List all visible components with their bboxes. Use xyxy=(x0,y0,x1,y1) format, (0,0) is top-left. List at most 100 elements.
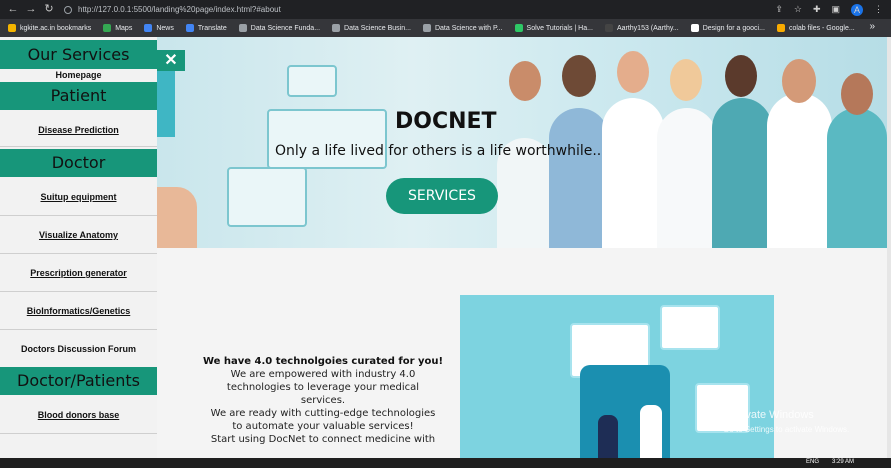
bookmark-label: colab files - Google... xyxy=(788,24,855,32)
profile-avatar[interactable]: A xyxy=(851,3,863,16)
bookmarks-bar: kgkite.ac.in bookmarks Maps News Translate D… xyxy=(0,19,891,37)
bookmark-item[interactable]: Data Science with P... xyxy=(422,24,503,32)
services-button[interactable]: SERVICES xyxy=(386,178,498,214)
bookmark-label: News xyxy=(156,24,174,32)
section-doctor-patients: Doctor/Patients xyxy=(0,367,157,395)
section-our-services: Our Services xyxy=(0,40,157,69)
doctor-figure xyxy=(602,98,664,248)
about-line: services. xyxy=(300,395,346,406)
bookmarks-overflow-icon[interactable]: » xyxy=(869,21,875,32)
bookmark-label: Design for a gooci... xyxy=(702,24,765,32)
heart-card-decoration xyxy=(227,167,307,227)
doctor-head xyxy=(782,59,816,103)
bookmark-item[interactable]: Maps xyxy=(103,24,132,32)
page-scrollbar[interactable] xyxy=(887,37,891,458)
bookmark-label: Data Science with P... xyxy=(434,24,503,32)
nav-visualize-anatomy[interactable]: Visualize Anatomy xyxy=(0,230,157,240)
forward-icon[interactable]: → xyxy=(24,2,38,16)
bookmark-item[interactable]: Solve Tutorials | Ha... xyxy=(514,24,593,32)
share-icon[interactable]: ⇪ xyxy=(775,4,783,15)
bookmark-item[interactable]: Data Science Funda... xyxy=(238,24,320,32)
screen-decoration xyxy=(660,305,720,350)
nav-disease-prediction[interactable]: Disease Prediction xyxy=(0,125,157,135)
doctor-head xyxy=(617,51,649,93)
doctor-figure xyxy=(827,108,887,248)
divider xyxy=(0,215,157,216)
section-patient: Patient xyxy=(0,82,157,110)
bookmark-icon xyxy=(514,24,523,32)
about-line: Start using DocNet to connect medicine w… xyxy=(210,434,436,445)
bookmark-item[interactable]: News xyxy=(144,24,174,32)
reload-icon[interactable]: ↻ xyxy=(42,2,56,16)
medical-card-decoration xyxy=(267,109,387,169)
hero-banner: DOCNET Only a life lived for others is a… xyxy=(157,37,887,248)
doctor-head xyxy=(841,73,873,115)
divider xyxy=(0,433,157,434)
about-line: We are ready with cutting-edge technolog… xyxy=(210,408,436,419)
language-indicator[interactable]: ENG xyxy=(806,459,819,465)
doctor-head xyxy=(509,61,541,101)
doctor-figure xyxy=(712,98,772,248)
bookmark-item[interactable]: Aarthy153 (Aarthy... xyxy=(604,24,679,32)
bookmark-icon xyxy=(8,24,16,32)
address-bar[interactable]: http://127.0.0.1:5500/landing%20page/ind… xyxy=(64,2,764,17)
doctor-figure xyxy=(640,405,662,458)
hero-title: DOCNET xyxy=(395,109,497,134)
menu-icon[interactable]: ⋮ xyxy=(874,4,883,15)
briefcase-decoration xyxy=(287,65,337,97)
bookmark-label: Aarthy153 (Aarthy... xyxy=(616,24,679,32)
bookmark-label: Translate xyxy=(197,24,227,32)
bookmark-item[interactable]: Translate xyxy=(185,24,227,32)
bookmark-label: Data Science Busin... xyxy=(344,24,411,32)
about-line: We are empowered with industry 4.0 xyxy=(230,369,416,380)
web-page: DOCNET Only a life lived for others is a… xyxy=(0,37,887,458)
divider xyxy=(0,146,157,147)
close-sidebar-button[interactable]: ✕ xyxy=(157,50,185,71)
bookmark-icon xyxy=(332,24,341,32)
about-heading: We have 4.0 technolgoies curated for you… xyxy=(202,356,444,367)
bookmark-icon xyxy=(604,24,613,32)
doctor-figure xyxy=(767,93,832,248)
doctor-figure xyxy=(549,108,609,248)
divider xyxy=(0,291,157,292)
hand-decoration xyxy=(157,187,197,248)
url-text: http://127.0.0.1:5500/landing%20page/ind… xyxy=(78,5,281,14)
clock[interactable]: 3:29 AM xyxy=(832,459,854,465)
star-icon[interactable]: ☆ xyxy=(794,4,802,15)
bookmark-label: Solve Tutorials | Ha... xyxy=(526,24,593,32)
bookmark-icon xyxy=(144,24,153,32)
bookmark-icon xyxy=(238,24,247,32)
windows-watermark-title: Activate Windows xyxy=(727,409,814,421)
bookmark-icon xyxy=(103,24,112,32)
bookmark-item[interactable]: colab files - Google... xyxy=(776,24,855,32)
bookmark-icon xyxy=(422,24,431,32)
doctor-figure xyxy=(657,108,717,248)
extensions-icon[interactable]: ✚ xyxy=(813,4,821,15)
about-section: We have 4.0 technolgoies curated for you… xyxy=(198,355,448,446)
bookmark-item[interactable]: kgkite.ac.in bookmarks xyxy=(8,24,91,32)
close-icon: ✕ xyxy=(164,52,178,69)
back-icon[interactable]: ← xyxy=(6,2,20,16)
doctor-head xyxy=(562,55,596,97)
nav-discussion-forum[interactable]: Doctors Discussion Forum xyxy=(0,344,157,354)
about-line: technologies to leverage your medical xyxy=(226,382,420,393)
nav-suitup-equipment[interactable]: Suitup equipment xyxy=(0,192,157,202)
nav-bioinformatics[interactable]: BioInformatics/Genetics xyxy=(0,306,157,316)
bookmark-icon xyxy=(690,24,699,32)
bookmark-item[interactable]: Data Science Busin... xyxy=(332,24,411,32)
windows-watermark-subtitle: Go to Settings to activate Windows. xyxy=(723,425,850,434)
windows-taskbar: ENG 3:29 AM xyxy=(0,458,891,468)
nav-prescription-generator[interactable]: Prescription generator xyxy=(0,268,157,278)
divider xyxy=(0,329,157,330)
nav-homepage[interactable]: Homepage xyxy=(0,70,157,80)
bookmark-item[interactable]: Design for a gooci... xyxy=(690,24,765,32)
bookmark-label: kgkite.ac.in bookmarks xyxy=(20,24,92,32)
doctor-head xyxy=(725,55,757,97)
about-line: to automate your valuable services! xyxy=(232,421,414,432)
sidepanel-icon[interactable]: ▣ xyxy=(831,4,840,15)
info-icon[interactable] xyxy=(64,5,72,14)
nav-blood-donors[interactable]: Blood donors base xyxy=(0,410,157,420)
side-nav: Our Services Homepage Patient Disease Pr… xyxy=(0,37,157,458)
patient-figure xyxy=(598,415,618,458)
doctor-head xyxy=(670,59,702,101)
